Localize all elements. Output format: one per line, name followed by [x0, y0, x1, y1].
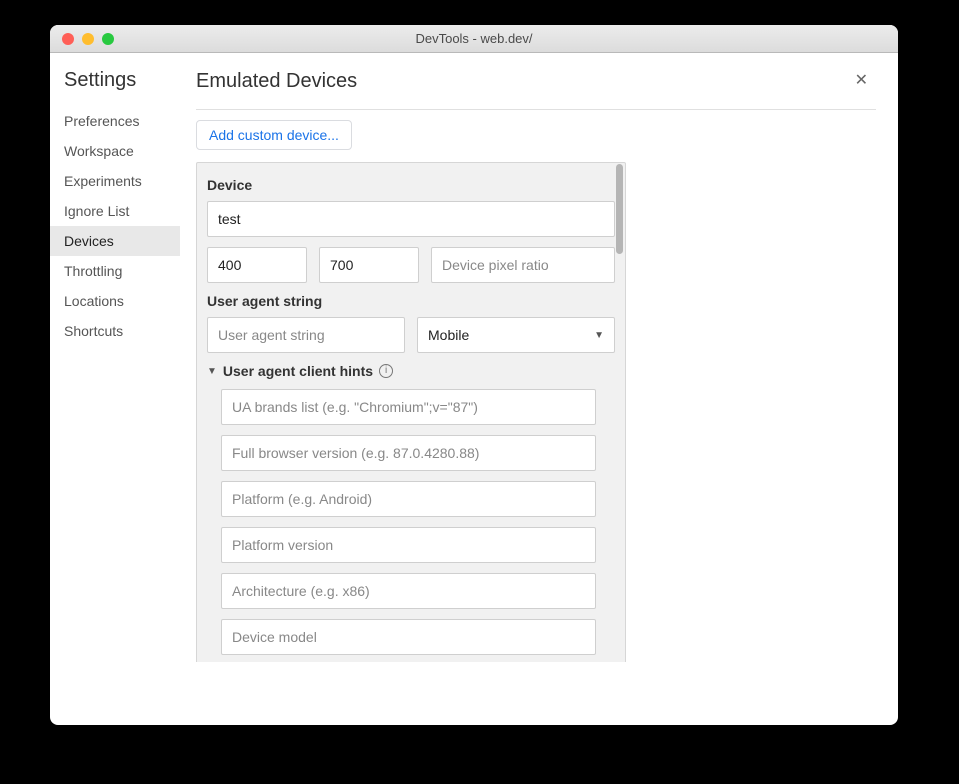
zoom-window-button[interactable]	[102, 33, 114, 45]
ua-type-selected: Mobile	[428, 327, 469, 343]
platform-input[interactable]: Platform (e.g. Android)	[221, 481, 596, 517]
dpr-input[interactable]: Device pixel ratio	[431, 247, 615, 283]
close-icon[interactable]: ✕	[847, 69, 876, 93]
ua-type-select[interactable]: Mobile ▼	[417, 317, 615, 353]
info-icon[interactable]: i	[379, 364, 393, 378]
device-model-input[interactable]: Device model	[221, 619, 596, 655]
ua-brands-input[interactable]: UA brands list (e.g. "Chromium";v="87")	[221, 389, 596, 425]
chevron-down-icon: ▼	[594, 330, 604, 341]
device-name-input[interactable]: test	[207, 201, 615, 237]
scrollbar[interactable]	[616, 164, 623, 254]
client-hints-expander[interactable]: ▼ User agent client hints i	[207, 363, 615, 379]
full-browser-version-input[interactable]: Full browser version (e.g. 87.0.4280.88)	[221, 435, 596, 471]
sidebar-item-ignore-list[interactable]: Ignore List	[50, 196, 180, 226]
divider	[196, 109, 876, 110]
traffic-lights	[50, 33, 114, 45]
settings-sidebar: Settings Preferences Workspace Experimen…	[50, 53, 180, 725]
client-hints-group: UA brands list (e.g. "Chromium";v="87") …	[207, 389, 615, 655]
sidebar-item-workspace[interactable]: Workspace	[50, 136, 180, 166]
sidebar-item-devices[interactable]: Devices	[50, 226, 180, 256]
main-pane: Emulated Devices ✕ Add custom device... …	[180, 53, 898, 725]
client-hints-title: User agent client hints	[223, 363, 373, 379]
sidebar-item-locations[interactable]: Locations	[50, 286, 180, 316]
sidebar-item-shortcuts[interactable]: Shortcuts	[50, 316, 180, 346]
width-input[interactable]: 400	[207, 247, 307, 283]
devtools-window: DevTools - web.dev/ Settings Preferences…	[50, 25, 898, 725]
ua-string-input[interactable]: User agent string	[207, 317, 405, 353]
height-input[interactable]: 700	[319, 247, 419, 283]
sidebar-item-preferences[interactable]: Preferences	[50, 106, 180, 136]
device-edit-panel: Device test 400 700 Device pixel ratio U…	[196, 162, 626, 662]
architecture-input[interactable]: Architecture (e.g. x86)	[221, 573, 596, 609]
titlebar[interactable]: DevTools - web.dev/	[50, 25, 898, 53]
minimize-window-button[interactable]	[82, 33, 94, 45]
add-custom-device-button[interactable]: Add custom device...	[196, 120, 352, 150]
content: Settings Preferences Workspace Experimen…	[50, 53, 898, 725]
ua-section-title: User agent string	[207, 293, 615, 309]
device-section-title: Device	[207, 177, 615, 193]
sidebar-heading: Settings	[64, 69, 180, 92]
sidebar-item-experiments[interactable]: Experiments	[50, 166, 180, 196]
window-title: DevTools - web.dev/	[50, 31, 898, 46]
platform-version-input[interactable]: Platform version	[221, 527, 596, 563]
page-title: Emulated Devices	[196, 70, 357, 93]
close-window-button[interactable]	[62, 33, 74, 45]
sidebar-item-throttling[interactable]: Throttling	[50, 256, 180, 286]
triangle-down-icon: ▼	[207, 366, 217, 377]
